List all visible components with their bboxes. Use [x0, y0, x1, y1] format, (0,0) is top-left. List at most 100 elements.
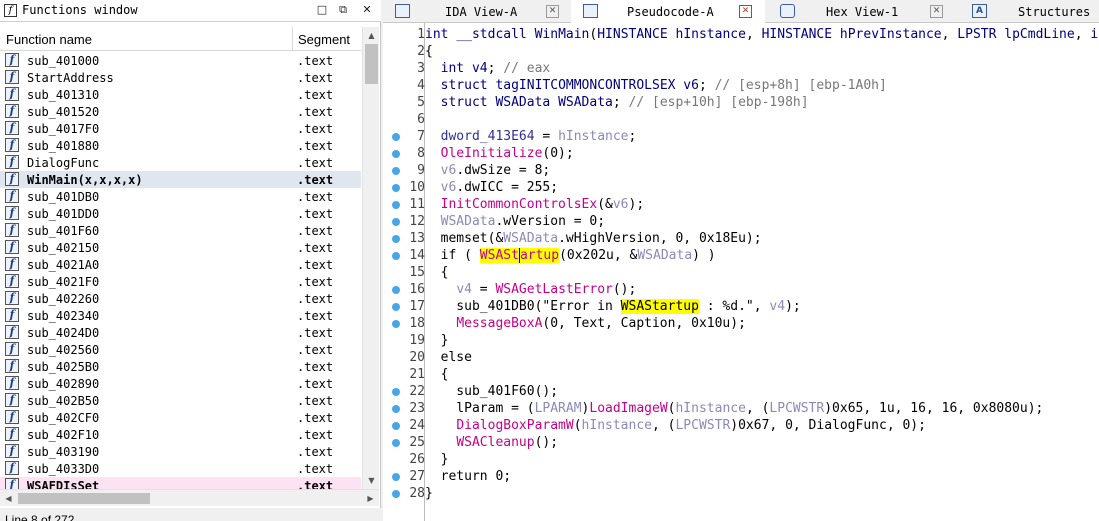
code-line[interactable]: 24 DialogBoxParamW(hInstance, (LPCWSTR)0…: [383, 417, 1099, 434]
function-row[interactable]: f sub_4033D0 .text: [0, 460, 361, 477]
breakpoint-dot-icon[interactable]: [392, 184, 400, 192]
column-header-segment[interactable]: Segment: [298, 32, 350, 47]
float-window-icon[interactable]: ⧉: [336, 3, 350, 17]
function-row[interactable]: f sub_402F10 .text: [0, 426, 361, 443]
tab-hex-view-1[interactable]: Hex View-1 ✕: [768, 0, 957, 23]
code-line[interactable]: 1 int __stdcall WinMain(HINSTANCE hInstan…: [383, 26, 1099, 43]
code-line[interactable]: 2{: [383, 43, 1099, 60]
code-line[interactable]: 26 }: [383, 451, 1099, 468]
breakpoint-dot-icon[interactable]: [392, 201, 400, 209]
function-row[interactable]: f sub_402CF0 .text: [0, 409, 361, 426]
scroll-up-arrow-icon[interactable]: ▲: [363, 27, 380, 44]
scrollbar-thumb[interactable]: [365, 44, 378, 84]
restore-icon[interactable]: □: [315, 3, 329, 17]
code-line[interactable]: 19 }: [383, 332, 1099, 349]
code-line[interactable]: 13 memset(&WSAData.wHighVersion, 0, 0x18…: [383, 230, 1099, 247]
function-row[interactable]: f sub_4017F0 .text: [0, 120, 361, 137]
function-row[interactable]: f sub_401000 .text: [0, 52, 361, 69]
function-row[interactable]: f sub_401880 .text: [0, 137, 361, 154]
function-row[interactable]: f sub_402890 .text: [0, 375, 361, 392]
function-row[interactable]: f sub_401F60 .text: [0, 222, 361, 239]
function-name: sub_403190: [27, 445, 100, 459]
function-segment: .text: [297, 411, 334, 425]
code-line[interactable]: 4 struct tagINITCOMMONCONTROLSEX v6; // …: [383, 77, 1099, 94]
function-row[interactable]: f sub_401310 .text: [0, 86, 361, 103]
code-line[interactable]: 12 WSAData.wVersion = 0;: [383, 213, 1099, 230]
close-icon[interactable]: ✕: [546, 5, 559, 18]
function-row[interactable]: f WinMain(x,x,x,x) .text: [0, 171, 361, 188]
code-line[interactable]: 17 sub_401DB0("Error in WSAStartup : %d.…: [383, 298, 1099, 315]
code-line[interactable]: 3 int v4; // eax: [383, 60, 1099, 77]
function-row[interactable]: f sub_4024D0 .text: [0, 324, 361, 341]
function-row[interactable]: f sub_402150 .text: [0, 239, 361, 256]
function-row[interactable]: f DialogFunc .text: [0, 154, 361, 171]
tab-ida-view-a[interactable]: IDA View-A ✕: [383, 0, 568, 23]
code-line[interactable]: 10 v6.dwICC = 255;: [383, 179, 1099, 196]
code-line[interactable]: 22 sub_401F60();: [383, 383, 1099, 400]
line-number: 23: [409, 401, 425, 416]
breakpoint-dot-icon[interactable]: [392, 252, 400, 260]
scroll-down-arrow-icon[interactable]: ▼: [363, 472, 380, 489]
function-row[interactable]: f sub_4021A0 .text: [0, 256, 361, 273]
close-icon[interactable]: ✕: [739, 5, 752, 18]
code-line[interactable]: 21 {: [383, 366, 1099, 383]
code-text: v6.dwICC = 255;: [440, 180, 559, 195]
breakpoint-dot-icon[interactable]: [392, 388, 400, 396]
horizontal-scrollbar[interactable]: ◀ ▶: [0, 489, 379, 506]
breakpoint-dot-icon[interactable]: [392, 405, 400, 413]
code-line[interactable]: 15 {: [383, 264, 1099, 281]
pseudocode-view[interactable]: 1 int __stdcall WinMain(HINSTANCE hInstan…: [383, 23, 1099, 521]
code-line[interactable]: 18 MessageBoxA(0, Text, Caption, 0x10u);: [383, 315, 1099, 332]
function-row[interactable]: f sub_401DD0 .text: [0, 205, 361, 222]
function-row[interactable]: f sub_401520 .text: [0, 103, 361, 120]
vertical-scrollbar[interactable]: ▲ ▼: [362, 27, 379, 489]
horizontal-scrollbar-thumb[interactable]: [18, 493, 150, 504]
code-line[interactable]: 20 else: [383, 349, 1099, 366]
breakpoint-dot-icon[interactable]: [392, 133, 400, 141]
function-row[interactable]: f sub_402340 .text: [0, 307, 361, 324]
breakpoint-dot-icon[interactable]: [392, 167, 400, 175]
code-line[interactable]: 27 return 0;: [383, 468, 1099, 485]
breakpoint-dot-icon[interactable]: [392, 286, 400, 294]
breakpoint-dot-icon[interactable]: [392, 303, 400, 311]
breakpoint-dot-icon[interactable]: [392, 422, 400, 430]
function-row[interactable]: f sub_402260 .text: [0, 290, 361, 307]
code-line[interactable]: 6: [383, 111, 1099, 128]
column-divider[interactable]: [292, 27, 293, 51]
close-icon[interactable]: ✕: [360, 3, 374, 17]
code-line[interactable]: 8 OleInitialize(0);: [383, 145, 1099, 162]
code-line[interactable]: 25 WSACleanup();: [383, 434, 1099, 451]
function-row[interactable]: f StartAddress .text: [0, 69, 361, 86]
function-row[interactable]: f sub_4025B0 .text: [0, 358, 361, 375]
code-line[interactable]: 23 lParam = (LPARAM)LoadImageW(hInstance…: [383, 400, 1099, 417]
breakpoint-dot-icon[interactable]: [392, 235, 400, 243]
code-line[interactable]: 9 v6.dwSize = 8;: [383, 162, 1099, 179]
code-text: if ( WSAStartup(0x202u, &WSAData) ): [425, 248, 716, 263]
function-row[interactable]: f sub_401DB0 .text: [0, 188, 361, 205]
code-line[interactable]: 7 dword_413E64 = hInstance;: [383, 128, 1099, 145]
breakpoint-dot-icon[interactable]: [392, 439, 400, 447]
code-line[interactable]: 14 if ( WSAStartup(0x202u, &WSAData) ): [383, 247, 1099, 264]
function-row[interactable]: f sub_402B50 .text: [0, 392, 361, 409]
code-line[interactable]: 28}: [383, 485, 1099, 502]
breakpoint-dot-icon[interactable]: [392, 490, 400, 498]
function-icon: f: [5, 478, 19, 489]
function-row[interactable]: f sub_403190 .text: [0, 443, 361, 460]
scroll-right-arrow-icon[interactable]: ▶: [362, 490, 379, 507]
close-icon[interactable]: ✕: [930, 5, 943, 18]
function-row[interactable]: f WSAFDIsSet .text: [0, 477, 361, 489]
function-row[interactable]: f sub_4021F0 .text: [0, 273, 361, 290]
scroll-left-arrow-icon[interactable]: ◀: [0, 490, 17, 507]
column-header-function-name[interactable]: Function name: [6, 32, 92, 47]
tab-pseudocode-a[interactable]: Pseudocode-A ✕: [571, 0, 765, 23]
code-line[interactable]: 11 InitCommonControlsEx(&v6);: [383, 196, 1099, 213]
function-row[interactable]: f sub_402560 .text: [0, 341, 361, 358]
functions-window-titlebar[interactable]: f Functions window □ ⧉ ✕: [0, 0, 381, 22]
breakpoint-dot-icon[interactable]: [392, 150, 400, 158]
code-line[interactable]: 5 struct WSAData WSAData; // [esp+10h] […: [383, 94, 1099, 111]
breakpoint-dot-icon[interactable]: [392, 473, 400, 481]
tab-structures[interactable]: A Structures: [960, 0, 1099, 23]
breakpoint-dot-icon[interactable]: [392, 320, 400, 328]
breakpoint-dot-icon[interactable]: [392, 218, 400, 226]
code-line[interactable]: 16 v4 = WSAGetLastError();: [383, 281, 1099, 298]
